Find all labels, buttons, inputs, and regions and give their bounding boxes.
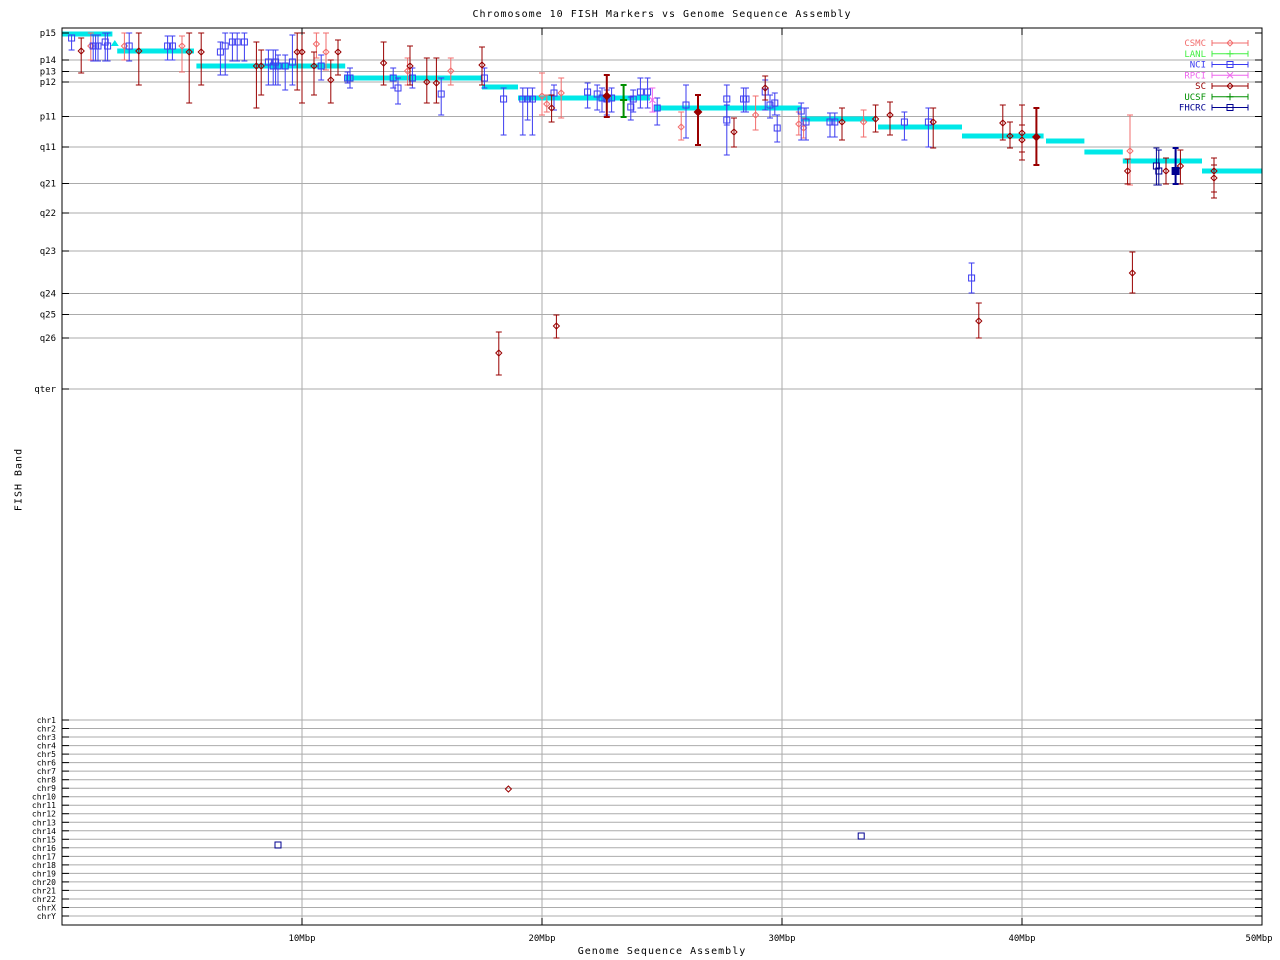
y-band-tick-label: p15 <box>40 29 56 39</box>
x-tick-label: 40Mbp <box>1008 934 1035 944</box>
gridlines <box>62 28 1262 925</box>
series-FHCRC <box>275 148 1179 848</box>
y-band-tick-label: p11 <box>40 113 56 123</box>
chr-tick-label: chrY <box>37 912 56 921</box>
assembly-triangle-marker <box>111 40 119 46</box>
legend-label-sc: SC <box>1195 82 1206 92</box>
y-band-tick-label: q23 <box>40 247 56 257</box>
legend-label-rpci: RPCI <box>1184 71 1206 81</box>
x-tick-label: 30Mbp <box>768 934 795 944</box>
y-band-tick-label: q26 <box>40 334 56 344</box>
marker-diamond <box>695 109 701 115</box>
y-band-tick-label: q21 <box>40 180 56 190</box>
marker-square <box>275 842 281 848</box>
marker-plus <box>1227 93 1234 100</box>
y-band-tick-label: p14 <box>40 56 56 66</box>
frame-rect <box>62 28 1262 925</box>
legend: CSMCLANLNCIRPCISCUCSFFHCRC <box>1179 39 1248 114</box>
y-band-tick-label: q22 <box>40 209 56 219</box>
legend-label-nci: NCI <box>1190 61 1206 71</box>
y-band-tick-label: p12 <box>40 78 56 88</box>
marker-diamond <box>604 93 610 99</box>
y-axis-label: FISH Band <box>14 430 25 530</box>
y-band-tick-label: q25 <box>40 311 56 321</box>
y-band-tick-label: q24 <box>40 290 56 300</box>
x-tick-label: 20Mbp <box>528 934 555 944</box>
y-band-tick-label: qter <box>34 385 56 395</box>
x-tick-label: 50Mbp <box>1245 934 1272 944</box>
y-band-tick-label: q11 <box>40 143 56 153</box>
marker-square <box>858 833 864 839</box>
plot-svg: 10Mbp 20Mbp 30Mbp 40Mbp 50Mbp p15 p14 p13p12 p11… <box>0 0 1280 960</box>
legend-label-fhcrc: FHCRC <box>1179 104 1206 114</box>
x-tick-label: 10Mbp <box>288 934 315 944</box>
assembly-band-staircase <box>62 34 1262 171</box>
y-band-tick-label: p13 <box>40 68 56 78</box>
legend-label-lanl: LANL <box>1184 50 1206 60</box>
legend-label-csmc: CSMC <box>1184 39 1206 49</box>
plot-frame: 10Mbp 20Mbp 30Mbp 40Mbp 50Mbp p15 p14 p13p12 p11… <box>32 28 1273 944</box>
series-UCSF <box>620 85 627 117</box>
marker-square <box>1173 168 1179 174</box>
legend-label-ucsf: UCSF <box>1184 93 1206 103</box>
x-axis-label: Genome Sequence Assembly <box>62 946 1262 957</box>
marker-diamond <box>505 786 511 792</box>
marker-plus <box>1227 50 1234 57</box>
chart-title: Chromosome 10 FISH Markers vs Genome Seq… <box>62 9 1262 20</box>
marker-diamond <box>1033 134 1039 140</box>
chart-page: 10Mbp 20Mbp 30Mbp 40Mbp 50Mbp p15 p14 p13p12 p11… <box>0 0 1280 960</box>
